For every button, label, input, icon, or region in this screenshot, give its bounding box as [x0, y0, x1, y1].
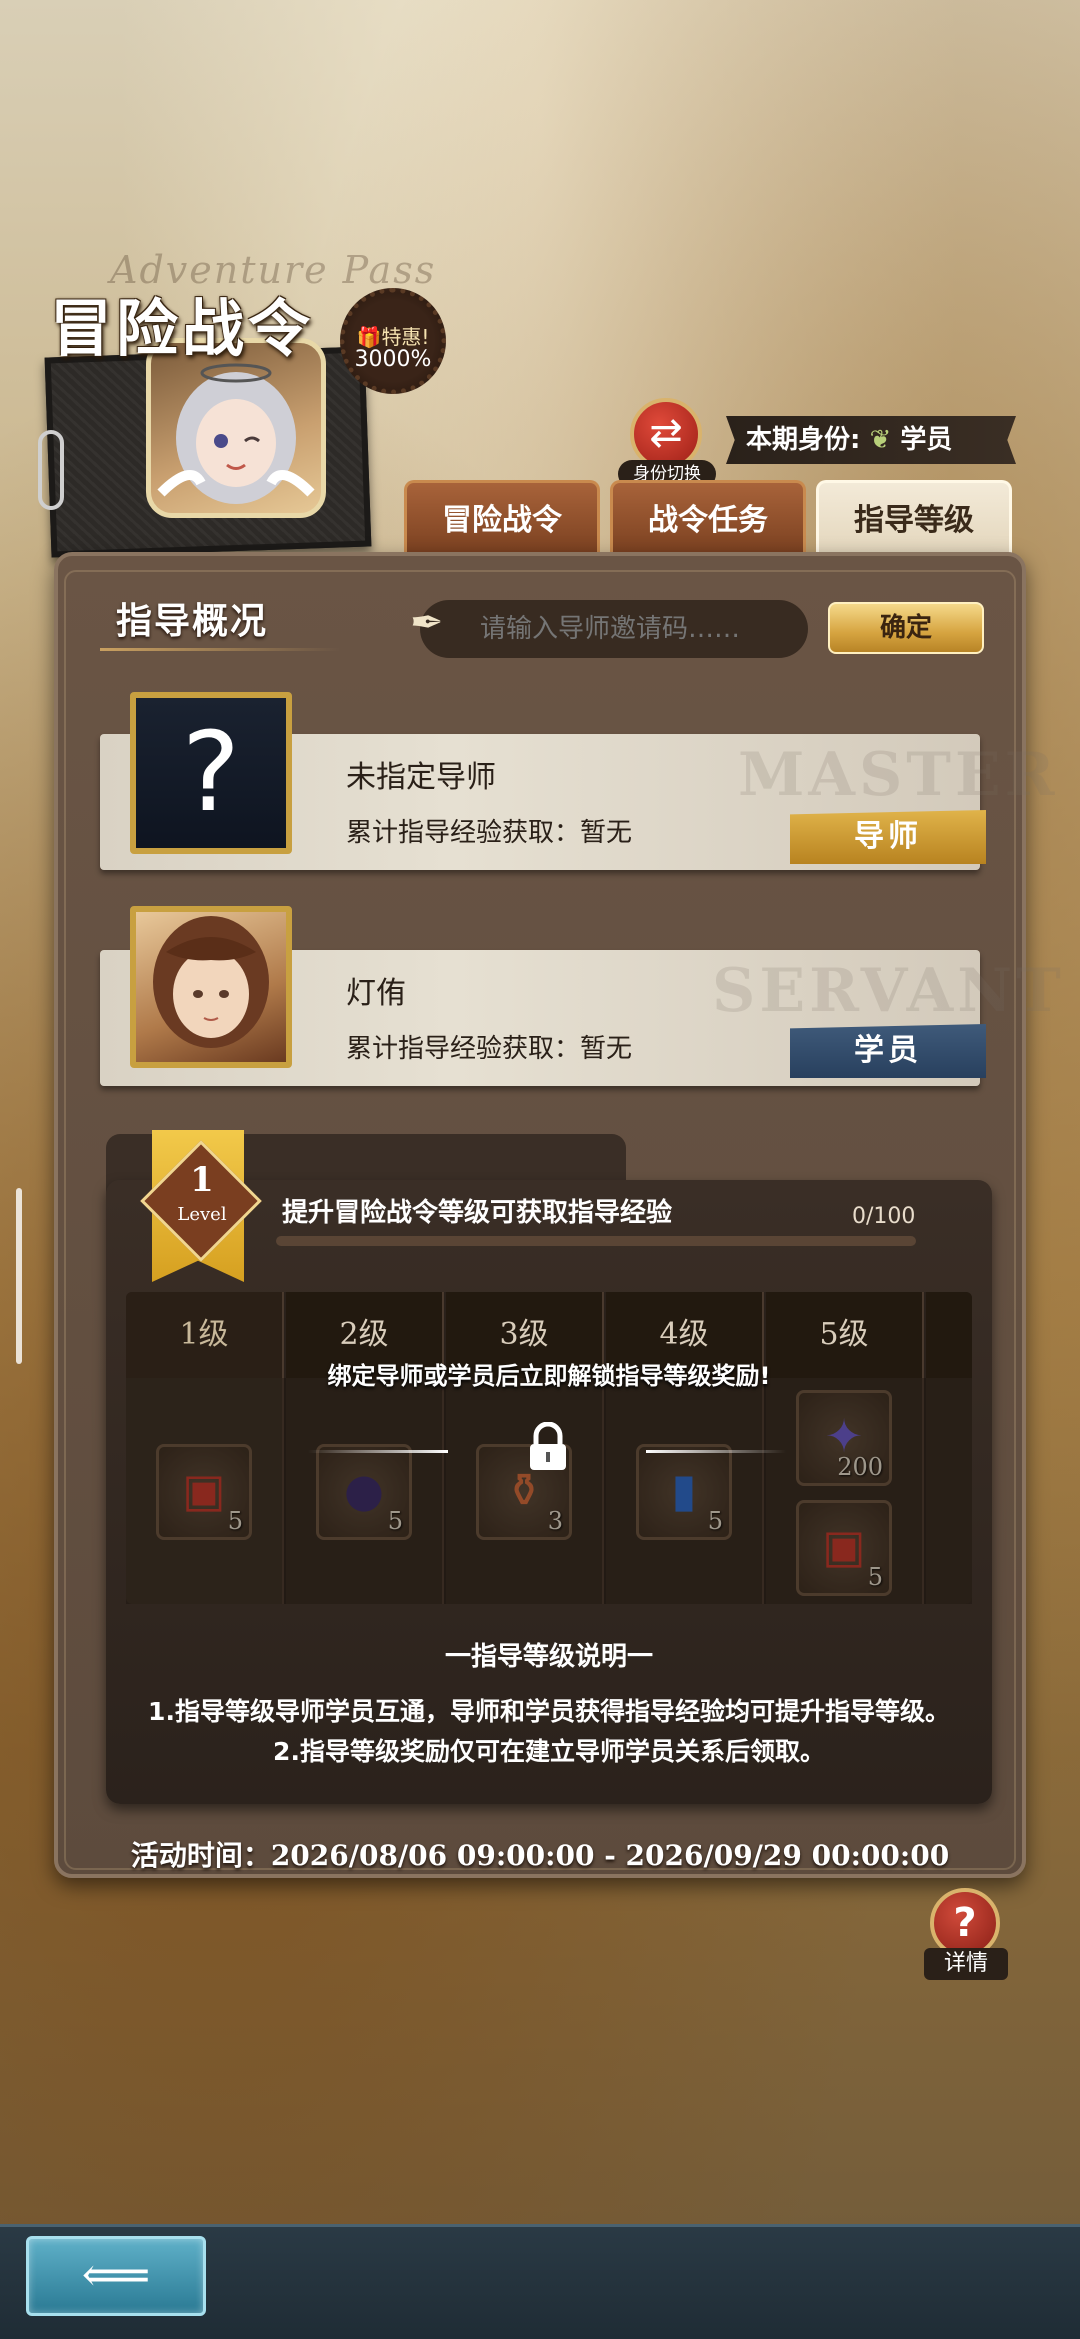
detail-label[interactable]: 详情 — [924, 1948, 1008, 1980]
mentor-exp-text: 累计指导经验获取：暂无 — [346, 818, 633, 848]
level-word: Level — [177, 1204, 227, 1225]
student-exp-text: 累计指导经验获取：暂无 — [346, 1034, 633, 1064]
tab-pass-tasks[interactable]: 战令任务 — [610, 480, 806, 556]
tab-mentor-level[interactable]: 指导等级 — [816, 480, 1012, 556]
student-name: 灯侑 — [346, 976, 406, 1011]
scroll-indicator[interactable] — [16, 1188, 22, 1364]
lock-icon — [530, 1422, 566, 1470]
discount-badge[interactable]: 🎁特惠! 3000% — [340, 288, 446, 394]
rules-line-2: 2.指导等级奖励仅可在建立导师学员关系后领取。 — [273, 1737, 825, 1766]
gift-icon: 🎁 — [356, 325, 382, 349]
lock-divider-left — [308, 1450, 448, 1453]
lock-divider-right — [646, 1450, 786, 1453]
badge-percent: 3000% — [354, 347, 432, 372]
question-icon: ? — [953, 1900, 977, 1946]
paper-clip — [38, 430, 64, 510]
back-arrow-icon: ⟸ — [81, 2247, 151, 2303]
badge-top-text: 🎁特惠! — [356, 325, 430, 349]
mentor-watermark-text: MASTER — [738, 740, 1059, 810]
student-watermark-text: SERVANT — [712, 956, 1065, 1026]
lock-message: 绑定导师或学员后立即解锁指导等级奖励! — [327, 1362, 771, 1390]
sprout-icon: ❦ — [869, 425, 892, 455]
avatar-character-icon — [157, 363, 315, 504]
rules-line-1: 1.指导等级导师学员互通，导师和学员获得指导经验均可提升指导等级。 — [148, 1697, 950, 1726]
mentor-portrait[interactable]: ? — [130, 692, 292, 854]
student-role-tag: 学员 — [790, 1024, 986, 1078]
lock-overlay — [126, 1378, 972, 1604]
activity-time: 活动时间：2026/08/06 09:00:00 - 2026/09/29 00… — [130, 1839, 950, 1872]
page-title: 冒险战令 — [50, 292, 315, 365]
student-portrait[interactable] — [130, 906, 292, 1068]
rules-title: 一指导等级说明一 — [444, 1642, 653, 1672]
level-description: 提升冒险战令等级可获取指导经验 — [282, 1198, 673, 1228]
identity-value: 学员 — [900, 425, 953, 455]
back-button[interactable]: ⟸ — [26, 2236, 206, 2316]
question-mark-icon: ? — [181, 708, 241, 836]
current-identity: 本期身份: ❦ 学员 — [726, 416, 1016, 464]
mentor-role-tag: 导师 — [790, 810, 986, 864]
student-character-icon — [153, 916, 269, 1048]
section-title: 指导概况 — [116, 601, 269, 642]
swap-arrows-icon: ⇄ — [649, 410, 683, 456]
quill-icon: ✒ — [410, 600, 444, 646]
level-number: 1 — [190, 1160, 214, 1200]
section-underline — [100, 648, 340, 651]
progress-text: 0/100 — [852, 1204, 916, 1229]
confirm-button[interactable]: 确定 — [828, 602, 984, 654]
mentor-invite-code-input[interactable] — [420, 600, 808, 658]
mentor-name: 未指定导师 — [346, 760, 496, 795]
progress-track — [276, 1236, 916, 1246]
identity-label: 本期身份: — [746, 425, 861, 455]
tab-adventure-pass[interactable]: 冒险战令 — [404, 480, 600, 556]
